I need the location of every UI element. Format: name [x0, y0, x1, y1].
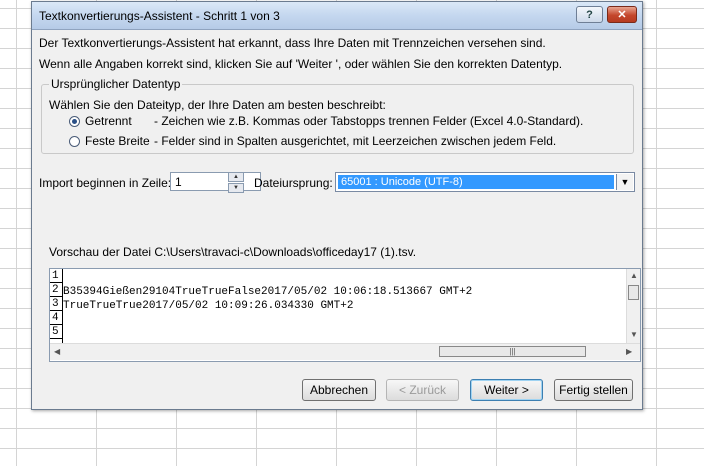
row-number: 4	[50, 311, 62, 325]
file-origin-label: Dateiursprung:	[254, 176, 333, 190]
datatype-prompt: Wählen Sie den Dateityp, der Ihre Daten …	[49, 98, 386, 112]
text-import-wizard-dialog: Textkonvertierungs-Assistent - Schritt 1…	[31, 1, 643, 410]
cancel-button[interactable]: Abbrechen	[302, 379, 376, 401]
intro-text-1: Der Textkonvertierungs-Assistent hat erk…	[39, 36, 546, 50]
row-number: 1	[50, 269, 62, 283]
preview-horizontal-scrollbar[interactable]: ◀ ||| ▶	[50, 343, 640, 360]
radio-delimited-desc: - Zeichen wie z.B. Kommas oder Tabstopps…	[154, 114, 584, 128]
next-button[interactable]: Weiter >	[470, 379, 543, 401]
scroll-up-icon[interactable]: ▲	[630, 271, 638, 280]
back-button[interactable]: < Zurück	[386, 379, 459, 401]
original-datatype-group: Ursprünglicher Datentyp Wählen Sie den D…	[41, 77, 634, 154]
close-button[interactable]: ✕	[607, 6, 637, 23]
preview-line: TrueTrueTrue2017/05/02 10:09:26.034330 G…	[63, 300, 354, 312]
scroll-left-icon[interactable]: ◀	[54, 347, 60, 356]
start-row-input[interactable]: 1	[170, 172, 261, 191]
chevron-down-icon[interactable]: ▼	[616, 174, 633, 190]
preview-line: B35394Gießen29104TrueTrueFalse2017/05/02…	[63, 286, 473, 298]
radio-fixed-width-label[interactable]: Feste Breite	[85, 134, 150, 148]
file-preview-pane[interactable]: 1 2 3 4 5 B35394Gießen29104TrueTrueFalse…	[49, 268, 641, 362]
row-number: 2	[50, 283, 62, 297]
title-bar: Textkonvertierungs-Assistent - Schritt 1…	[32, 2, 642, 30]
file-origin-select[interactable]: 65001 : Unicode (UTF-8) ▼	[335, 172, 635, 192]
preview-row-numbers: 1 2 3 4 5	[50, 269, 63, 343]
start-row-spinner[interactable]: ▲ ▼	[228, 172, 244, 193]
row-number: 3	[50, 297, 62, 311]
start-row-label: Import beginnen in Zeile:	[39, 176, 172, 190]
spin-down-icon[interactable]: ▼	[228, 183, 244, 193]
finish-button[interactable]: Fertig stellen	[554, 379, 633, 401]
radio-fixed-width-desc: - Felder sind in Spalten ausgerichtet, m…	[154, 134, 557, 148]
file-origin-selected: 65001 : Unicode (UTF-8)	[338, 175, 614, 189]
row-number: 5	[50, 325, 62, 339]
scroll-right-icon[interactable]: ▶	[626, 347, 632, 356]
horizontal-scroll-thumb[interactable]: |||	[439, 346, 586, 357]
radio-delimited[interactable]	[69, 116, 80, 127]
radio-fixed-width[interactable]	[69, 136, 80, 147]
spin-up-icon[interactable]: ▲	[228, 172, 244, 182]
window-title: Textkonvertierungs-Assistent - Schritt 1…	[39, 9, 280, 23]
vertical-scroll-thumb[interactable]	[628, 285, 639, 300]
preview-label: Vorschau der Datei C:\Users\travaci-c\Do…	[49, 245, 417, 259]
scroll-down-icon[interactable]: ▼	[630, 330, 638, 339]
radio-delimited-label[interactable]: Getrennt	[85, 114, 132, 128]
intro-text-2: Wenn alle Angaben korrekt sind, klicken …	[39, 57, 563, 71]
group-legend: Ursprünglicher Datentyp	[49, 77, 183, 91]
preview-vertical-scrollbar[interactable]: ▲ ▼	[626, 269, 640, 343]
help-button[interactable]: ?	[576, 6, 603, 23]
